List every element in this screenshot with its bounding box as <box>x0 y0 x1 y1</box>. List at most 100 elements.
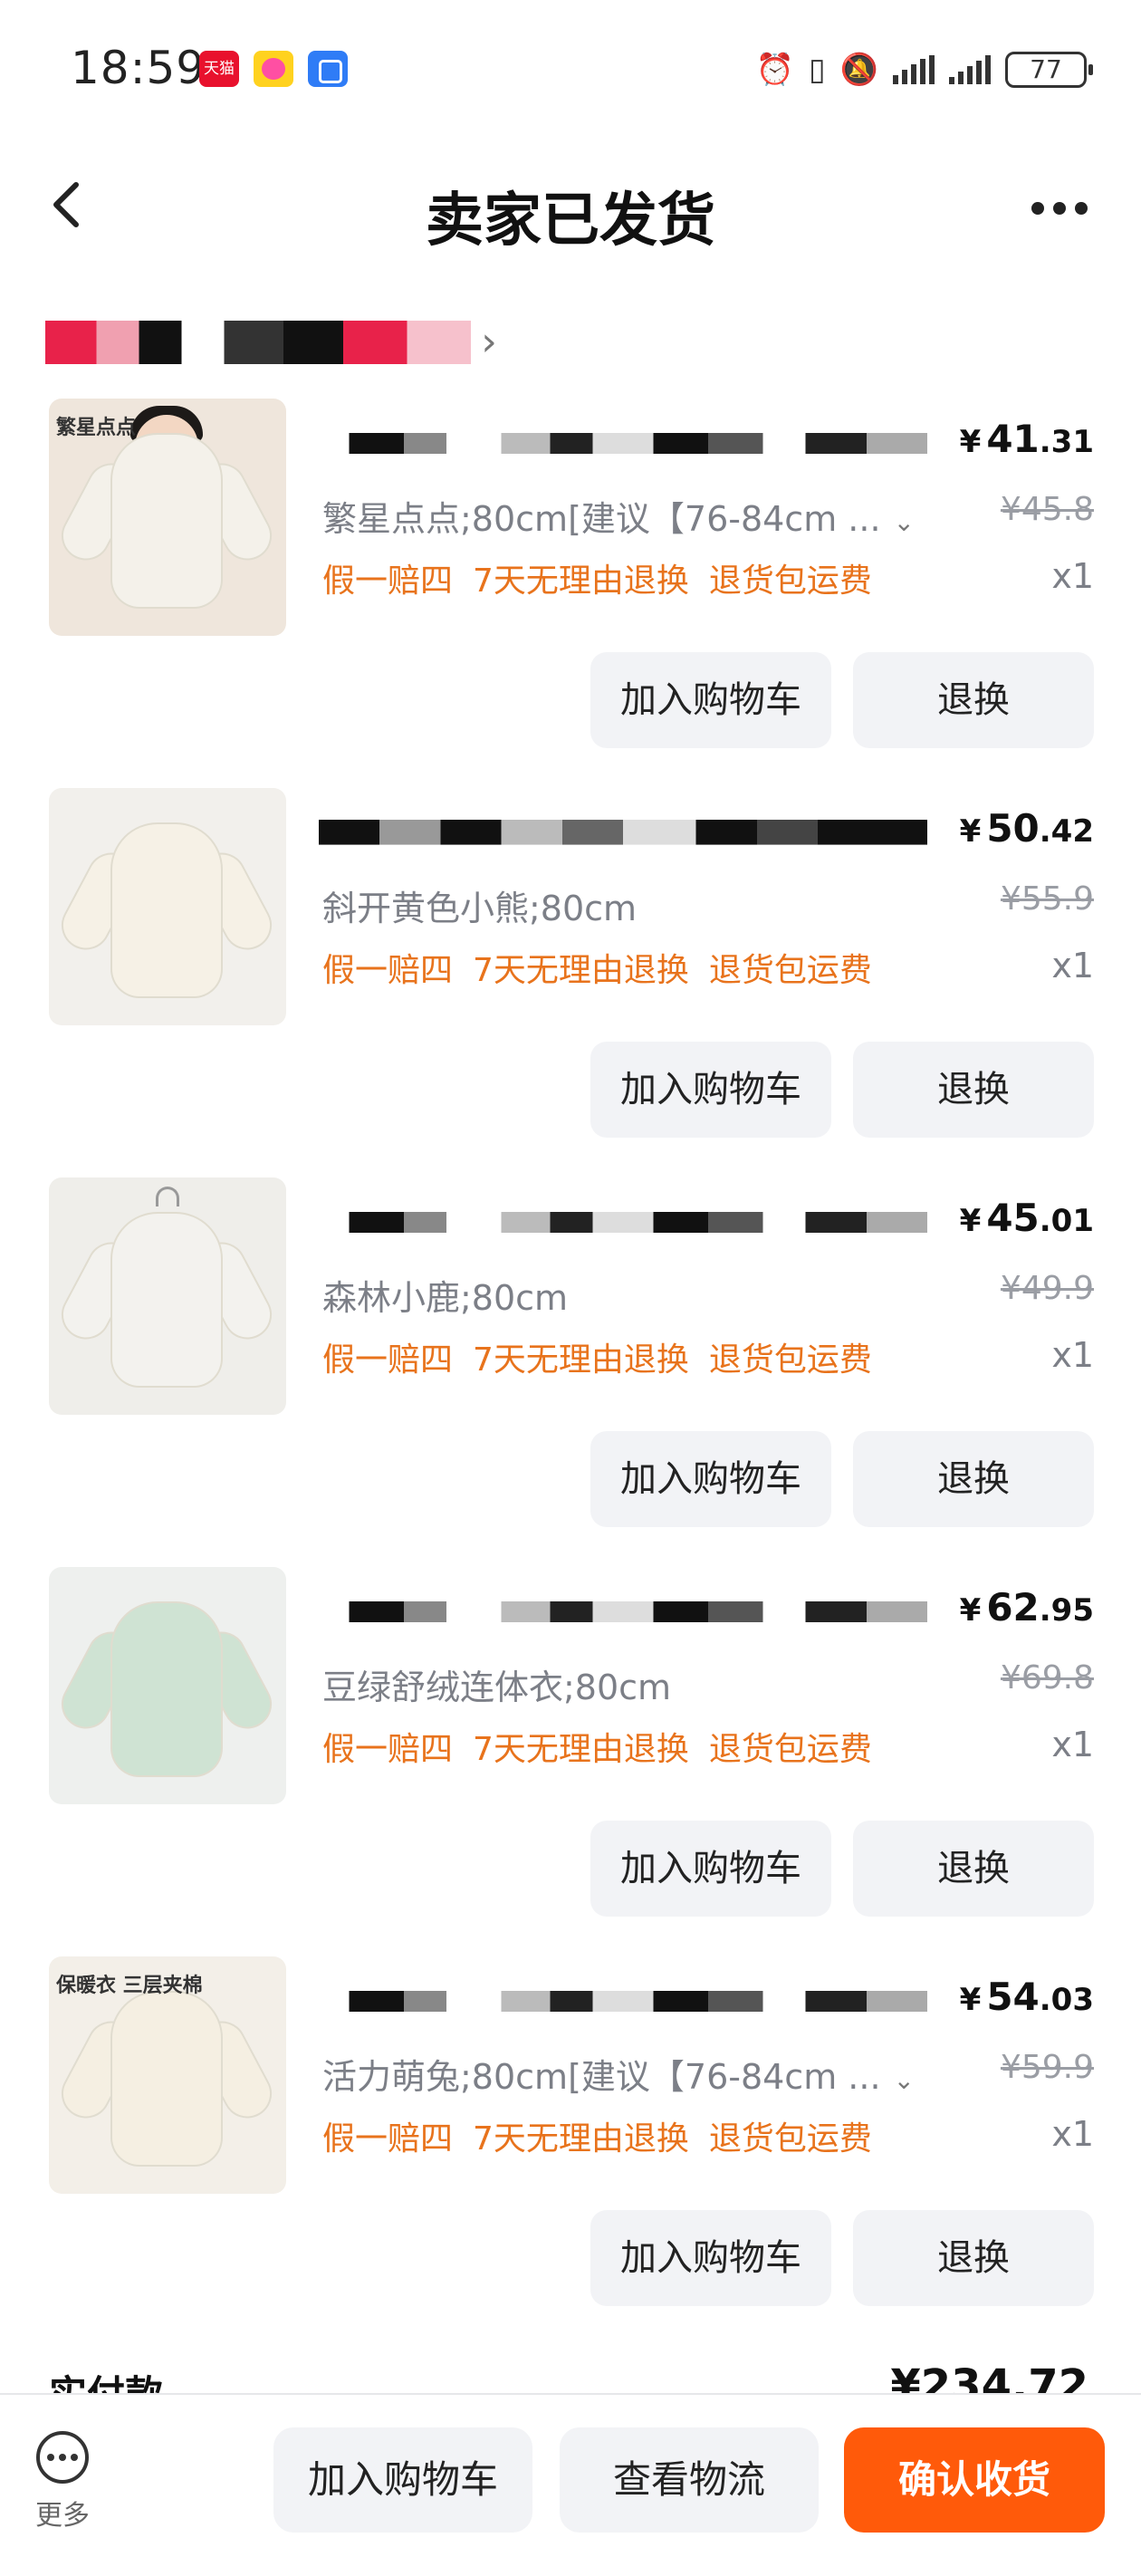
item-price: ¥54.03 <box>960 1975 1094 2019</box>
price-decimal: .42 <box>1039 813 1094 850</box>
tag-7day-return: 7天无理由退换 <box>473 562 689 600</box>
item-return-button[interactable]: 退换 <box>853 1042 1094 1138</box>
product-thumbnail[interactable]: 繁星点点 <box>49 399 286 636</box>
item-price: ¥41.31 <box>960 417 1094 461</box>
tag-fake-compensation: 假一赔四 <box>322 2120 454 2158</box>
bottom-action-bar: 更多 加入购物车 查看物流 确认收货 <box>0 2393 1141 2576</box>
item-add-to-cart-button[interactable]: 加入购物车 <box>590 1821 831 1917</box>
item-return-button[interactable]: 退换 <box>853 2210 1094 2306</box>
thumbnail-promo-text: 繁星点点 <box>56 417 137 439</box>
alarm-icon: ⏰ <box>755 52 794 88</box>
original-price: ¥59.9 <box>1000 2049 1094 2086</box>
item-quantity: x1 <box>1051 2114 1094 2154</box>
price-integer: 62 <box>986 1585 1040 1629</box>
item-add-to-cart-button[interactable]: 加入购物车 <box>590 2210 831 2306</box>
more-button[interactable]: 更多 <box>31 2431 94 2533</box>
order-item[interactable]: ¥45.01 森林小鹿;80cm ¥49.9 假一赔四 7天无理由退换 退货包运费 … <box>0 1177 1141 1567</box>
add-to-cart-button[interactable]: 加入购物车 <box>273 2427 532 2533</box>
product-thumbnail[interactable] <box>49 1567 286 1804</box>
original-price: ¥45.8 <box>1000 491 1094 528</box>
blue-app-icon <box>308 51 348 87</box>
product-thumbnail[interactable] <box>49 1177 286 1415</box>
tag-fake-compensation: 假一赔四 <box>322 1341 454 1379</box>
currency-symbol: ¥ <box>959 1203 982 1239</box>
item-add-to-cart-button[interactable]: 加入购物车 <box>590 1042 831 1138</box>
tag-free-return-shipping: 退货包运费 <box>708 1341 872 1379</box>
item-spec-text: 森林小鹿;80cm <box>322 1278 569 1318</box>
service-tags: 假一赔四 7天无理由退换 退货包运费 <box>322 2112 892 2159</box>
tag-free-return-shipping: 退货包运费 <box>708 952 872 989</box>
product-title-redacted[interactable] <box>319 1591 927 1632</box>
price-decimal: .31 <box>1039 424 1094 460</box>
service-tags: 假一赔四 7天无理由退换 退货包运费 <box>322 1333 892 1380</box>
item-add-to-cart-button[interactable]: 加入购物车 <box>590 652 831 748</box>
tag-fake-compensation: 假一赔四 <box>322 562 454 600</box>
item-spec[interactable]: 繁星点点;80cm[建议【76-84cm ... ⌄ <box>322 491 956 541</box>
product-thumbnail[interactable]: 保暖衣 三层夹棉 <box>49 1956 286 2194</box>
order-item[interactable]: ¥50.42 斜开黄色小熊;80cm ¥55.9 假一赔四 7天无理由退换 退货包运… <box>0 788 1141 1177</box>
store-name-redacted <box>45 321 471 364</box>
hanger-icon <box>156 1187 179 1206</box>
original-price: ¥55.9 <box>1000 880 1094 918</box>
item-return-button[interactable]: 退换 <box>853 652 1094 748</box>
store-link[interactable]: › <box>45 317 507 368</box>
battery-icon: 77 <box>1005 52 1093 88</box>
original-price: ¥49.9 <box>1000 1270 1094 1307</box>
product-title-redacted[interactable] <box>319 1201 927 1243</box>
thumbnail-promo-text: 保暖衣 三层夹棉 <box>56 1975 203 1997</box>
item-quantity: x1 <box>1051 1335 1094 1375</box>
signal-icon <box>893 55 935 84</box>
tag-7day-return: 7天无理由退换 <box>473 2120 689 2158</box>
item-price: ¥50.42 <box>960 806 1094 851</box>
item-spec[interactable]: 豆绿舒绒连体衣;80cm <box>322 1659 956 1709</box>
product-title-redacted[interactable] <box>319 1980 927 2022</box>
more-label: 更多 <box>35 2500 90 2532</box>
tag-7day-return: 7天无理由退换 <box>473 1341 689 1379</box>
chevron-down-icon[interactable]: ⌄ <box>894 507 915 537</box>
price-decimal: .01 <box>1039 1203 1094 1239</box>
price-integer: 41 <box>986 417 1040 461</box>
tag-fake-compensation: 假一赔四 <box>322 952 454 989</box>
status-time: 18:59 <box>71 42 206 94</box>
product-title-redacted[interactable] <box>319 812 927 853</box>
more-options-icon[interactable] <box>1023 190 1096 226</box>
service-tags: 假一赔四 7天无理由退换 退货包运费 <box>322 944 892 991</box>
item-spec[interactable]: 活力萌兔;80cm[建议【76-84cm ... ⌄ <box>322 2049 956 2099</box>
item-return-button[interactable]: 退换 <box>853 1821 1094 1917</box>
confirm-receipt-button[interactable]: 确认收货 <box>844 2427 1105 2533</box>
price-decimal: .03 <box>1039 1982 1094 2018</box>
order-item[interactable]: 保暖衣 三层夹棉 ¥54.03 活力萌兔;80cm[建议【76-84cm ...… <box>0 1956 1141 2346</box>
tag-free-return-shipping: 退货包运费 <box>708 2120 872 2158</box>
item-quantity: x1 <box>1051 1725 1094 1764</box>
service-tags: 假一赔四 7天无理由退换 退货包运费 <box>322 554 892 601</box>
original-price: ¥69.8 <box>1000 1659 1094 1697</box>
status-bar: 18:59 天猫 ⏰ ▯ 🔕 77 <box>0 0 1141 136</box>
product-title-redacted[interactable] <box>319 422 927 464</box>
tag-7day-return: 7天无理由退换 <box>473 1731 689 1768</box>
chevron-down-icon[interactable]: ⌄ <box>894 2065 915 2095</box>
flower-app-icon <box>254 51 293 87</box>
item-spec[interactable]: 斜开黄色小熊;80cm <box>322 880 956 930</box>
product-thumbnail[interactable] <box>49 788 286 1025</box>
currency-symbol: ¥ <box>959 424 982 460</box>
item-return-button[interactable]: 退换 <box>853 1431 1094 1527</box>
item-spec-text: 斜开黄色小熊;80cm <box>322 889 638 928</box>
item-spec-text: 豆绿舒绒连体衣;80cm <box>322 1668 672 1707</box>
item-spec-text: 活力萌兔;80cm[建议【76-84cm ... <box>322 2057 881 2097</box>
page-title: 卖家已发货 <box>426 187 715 255</box>
item-spec[interactable]: 森林小鹿;80cm <box>322 1270 956 1320</box>
item-spec-text: 繁星点点;80cm[建议【76-84cm ... <box>322 499 881 539</box>
service-tags: 假一赔四 7天无理由退换 退货包运费 <box>322 1723 892 1770</box>
item-price: ¥45.01 <box>960 1196 1094 1240</box>
order-item[interactable]: 繁星点点 ¥41.31 繁星点点;80cm[建议【76-84cm ... ⌄ ¥4… <box>0 399 1141 788</box>
chevron-right-icon: › <box>481 319 497 365</box>
currency-symbol: ¥ <box>959 1592 982 1629</box>
order-item[interactable]: ¥62.95 豆绿舒绒连体衣;80cm ¥69.8 假一赔四 7天无理由退换 退货包… <box>0 1567 1141 1956</box>
tmall-app-icon: 天猫 <box>199 51 239 87</box>
item-add-to-cart-button[interactable]: 加入购物车 <box>590 1431 831 1527</box>
currency-symbol: ¥ <box>959 813 982 850</box>
price-integer: 54 <box>986 1975 1040 2019</box>
currency-symbol: ¥ <box>959 1982 982 2018</box>
page-header: 卖家已发货 <box>0 136 1141 281</box>
view-logistics-button[interactable]: 查看物流 <box>560 2427 819 2533</box>
